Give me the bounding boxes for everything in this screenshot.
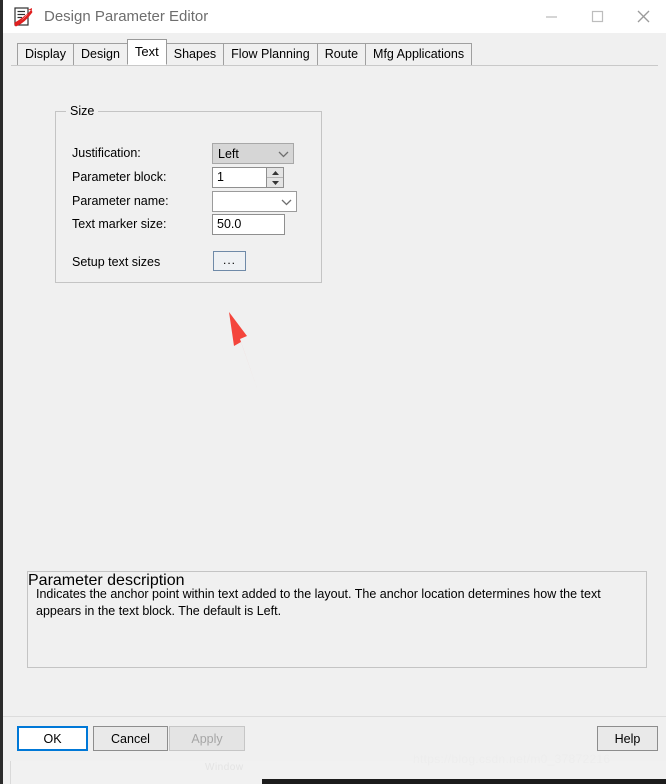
text-marker-size-label: Text marker size: bbox=[72, 217, 167, 231]
parameter-name-combobox[interactable] bbox=[212, 191, 297, 212]
apply-button: Apply bbox=[169, 726, 245, 751]
spinner-down-icon bbox=[271, 180, 279, 185]
justification-label: Justification: bbox=[72, 146, 141, 160]
watermark: https://blog.csdn.net/m0_37872216 bbox=[413, 752, 611, 766]
window-controls bbox=[528, 0, 666, 33]
setup-text-sizes-browse-button[interactable]: ... bbox=[213, 251, 246, 271]
spinner-up-icon bbox=[271, 170, 279, 175]
title-bar: Design Parameter Editor bbox=[3, 0, 666, 33]
parameter-description-group: Parameter description Indicates the anch… bbox=[27, 571, 647, 668]
tab-list: Display Design Text Shapes Flow Planning… bbox=[17, 39, 666, 65]
size-group-box: Size Justification: Left Parameter block… bbox=[55, 104, 322, 283]
spinner-up-button[interactable] bbox=[267, 168, 283, 178]
parameter-block-label: Parameter block: bbox=[72, 170, 167, 184]
design-parameter-editor-dialog: Design Parameter Editor Display Design T… bbox=[3, 0, 666, 761]
ok-button[interactable]: OK bbox=[17, 726, 88, 751]
parameter-block-spin-buttons bbox=[267, 167, 284, 188]
chevron-down-icon bbox=[273, 150, 293, 158]
window-title: Design Parameter Editor bbox=[44, 8, 209, 25]
maximize-icon bbox=[591, 10, 603, 23]
parameter-block-input[interactable]: 1 bbox=[212, 167, 267, 188]
justification-row: Justification: bbox=[72, 146, 141, 160]
tab-shapes[interactable]: Shapes bbox=[165, 43, 225, 65]
spinner-down-button[interactable] bbox=[267, 178, 283, 187]
parameter-block-stepper[interactable]: 1 bbox=[212, 167, 284, 188]
text-marker-size-input[interactable]: 50.0 bbox=[212, 214, 285, 235]
size-group-title: Size bbox=[66, 104, 99, 118]
tab-mfg-applications[interactable]: Mfg Applications bbox=[365, 43, 473, 65]
tab-strip: Display Design Text Shapes Flow Planning… bbox=[3, 39, 666, 65]
parameter-name-row: Parameter name: bbox=[72, 194, 169, 208]
cancel-button[interactable]: Cancel bbox=[93, 726, 168, 751]
background-window-bottom-edge bbox=[262, 779, 666, 784]
close-icon bbox=[637, 10, 649, 23]
chevron-down-icon bbox=[276, 198, 296, 206]
tab-text[interactable]: Text bbox=[126, 39, 167, 65]
tab-flow-planning[interactable]: Flow Planning bbox=[223, 43, 318, 65]
setup-text-sizes-row: Setup text sizes bbox=[72, 255, 160, 269]
setup-text-sizes-label: Setup text sizes bbox=[72, 255, 161, 269]
tab-design[interactable]: Design bbox=[73, 43, 128, 65]
tab-route[interactable]: Route bbox=[316, 43, 367, 65]
close-button[interactable] bbox=[620, 0, 666, 33]
justification-combobox[interactable]: Left bbox=[212, 143, 294, 164]
maximize-button[interactable] bbox=[574, 0, 620, 33]
parameter-description-text: Indicates the anchor point within text a… bbox=[36, 587, 601, 618]
tab-display[interactable]: Display bbox=[17, 43, 74, 65]
background-window-faint-text: Window bbox=[205, 762, 244, 773]
minimize-icon bbox=[545, 16, 557, 18]
justification-value: Left bbox=[218, 146, 239, 161]
parameter-block-row: Parameter block: bbox=[72, 170, 166, 184]
design-parameter-editor-icon bbox=[12, 6, 34, 28]
help-button[interactable]: Help bbox=[597, 726, 658, 751]
red-pointer-arrow bbox=[207, 302, 287, 402]
minimize-button[interactable] bbox=[528, 0, 574, 33]
parameter-name-label: Parameter name: bbox=[72, 194, 169, 208]
text-marker-size-row: Text marker size: bbox=[72, 217, 166, 231]
tab-page-text: Size Justification: Left Parameter block… bbox=[11, 65, 658, 725]
